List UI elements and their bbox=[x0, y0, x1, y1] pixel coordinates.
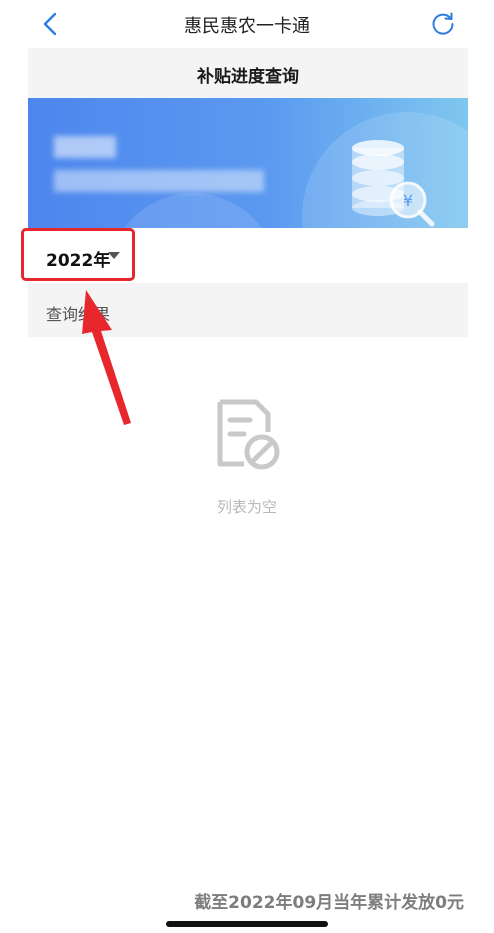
banner-decoration bbox=[108, 193, 278, 228]
app-title: 惠民惠农一卡通 bbox=[184, 16, 310, 37]
svg-text:¥: ¥ bbox=[403, 191, 413, 210]
results-label: 查询结果 bbox=[46, 305, 111, 324]
redacted-card-number bbox=[54, 170, 264, 192]
refresh-icon[interactable] bbox=[430, 11, 456, 37]
coins-search-icon: ¥ bbox=[352, 140, 435, 227]
empty-document-icon bbox=[217, 399, 280, 470]
annotation-highlight-box bbox=[21, 228, 135, 281]
page-title: 补贴进度查询 bbox=[197, 67, 299, 87]
cumulative-summary: 截至2022年09月当年累计发放0元 bbox=[194, 893, 464, 913]
redacted-name bbox=[54, 136, 116, 158]
banner: ¥ bbox=[28, 98, 468, 228]
empty-state-text: 列表为空 bbox=[216, 498, 277, 516]
home-indicator[interactable] bbox=[166, 921, 328, 927]
page-header: 补贴进度查询 bbox=[28, 48, 468, 98]
results-header: 查询结果 bbox=[28, 283, 468, 337]
navigation-bar: 惠民惠农一卡通 bbox=[0, 0, 494, 48]
